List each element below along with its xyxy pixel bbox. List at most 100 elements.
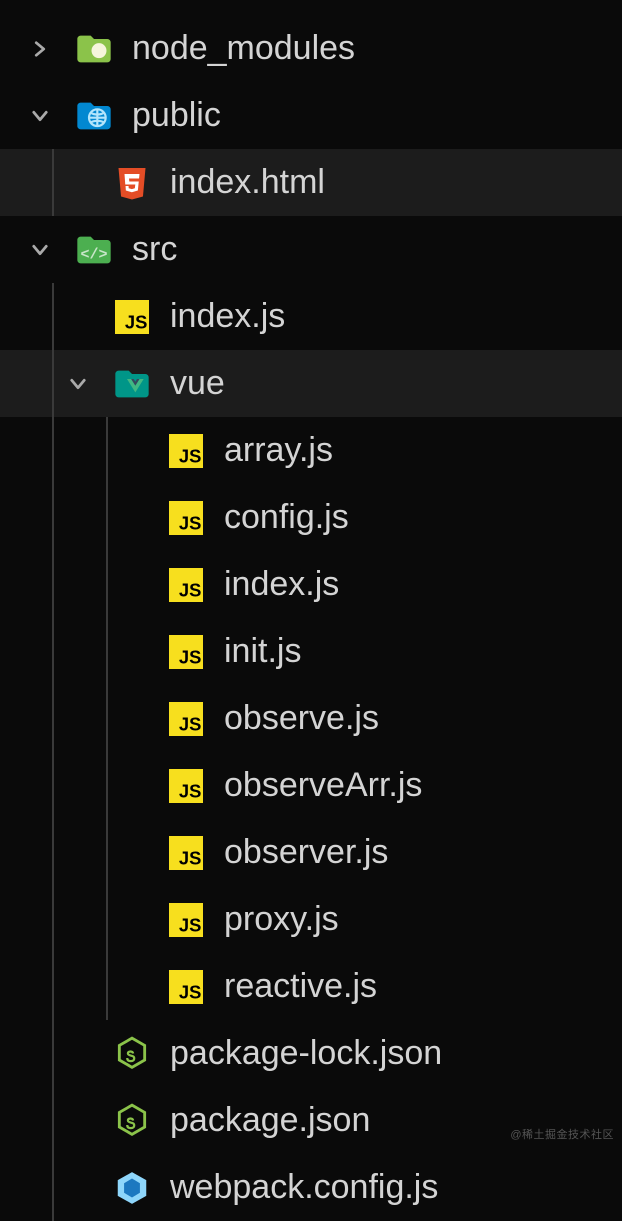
js-icon: JS (166, 967, 206, 1007)
node-icon (112, 1034, 152, 1074)
svg-text:</>: </> (80, 246, 107, 263)
indent-guide (52, 417, 54, 484)
svg-text:JS: JS (179, 445, 202, 466)
indent-guide (52, 350, 54, 417)
indent-guide (52, 685, 54, 752)
folder-src-icon: </> (74, 230, 114, 270)
tree-row-public[interactable]: public (0, 82, 622, 149)
svg-text:JS: JS (179, 579, 202, 600)
chevron-spacer (122, 776, 142, 796)
svg-text:JS: JS (179, 847, 202, 868)
indent-guide (106, 551, 108, 618)
tree-row-package-lock[interactable]: package-lock.json (0, 1020, 622, 1087)
js-icon: JS (166, 699, 206, 739)
svg-text:JS: JS (179, 914, 202, 935)
indent-guide (106, 685, 108, 752)
tree-item-label: node_modules (132, 29, 355, 68)
js-icon: JS (166, 498, 206, 538)
chevron-spacer (122, 843, 142, 863)
watermark: @稀土掘金技术社区 (510, 1126, 614, 1142)
tree-row-package[interactable]: package.json (0, 1087, 622, 1154)
svg-text:JS: JS (179, 981, 202, 1002)
indent-guide (52, 1154, 54, 1221)
node-icon (112, 1101, 152, 1141)
chevron-down-icon[interactable] (68, 374, 88, 394)
tree-row-src[interactable]: </> src (0, 216, 622, 283)
tree-row-vue-reactive[interactable]: JS reactive.js (0, 953, 622, 1020)
chevron-spacer (122, 441, 142, 461)
js-icon: JS (166, 833, 206, 873)
tree-row-vue-index[interactable]: JS index.js (0, 551, 622, 618)
svg-text:JS: JS (179, 780, 202, 801)
svg-text:JS: JS (179, 646, 202, 667)
chevron-right-icon[interactable] (30, 39, 50, 59)
svg-text:JS: JS (179, 713, 202, 734)
tree-item-label: init.js (224, 632, 301, 671)
tree-row-src-index-js[interactable]: JS index.js (0, 283, 622, 350)
indent-guide (106, 618, 108, 685)
tree-row-vue-init[interactable]: JS init.js (0, 618, 622, 685)
tree-item-label: observe.js (224, 699, 379, 738)
tree-item-label: index.js (170, 297, 285, 336)
chevron-spacer (68, 1111, 88, 1131)
js-icon: JS (166, 766, 206, 806)
file-tree: node_modulespublic index.html </> src JS inde… (0, 0, 622, 1221)
chevron-spacer (122, 508, 142, 528)
svg-text:JS: JS (125, 311, 148, 332)
indent-guide (52, 953, 54, 1020)
indent-guide (52, 283, 54, 350)
tree-row-vue-observe[interactable]: JS observe.js (0, 685, 622, 752)
indent-guide (106, 484, 108, 551)
indent-guide (52, 752, 54, 819)
chevron-spacer (68, 1178, 88, 1198)
chevron-down-icon[interactable] (30, 240, 50, 260)
tree-row-public-index-html[interactable]: index.html (0, 149, 622, 216)
tree-row-vue[interactable]: vue (0, 350, 622, 417)
indent-guide (106, 953, 108, 1020)
indent-guide (106, 886, 108, 953)
chevron-spacer (122, 709, 142, 729)
tree-item-label: config.js (224, 498, 349, 537)
tree-row-vue-observearr[interactable]: JS observeArr.js (0, 752, 622, 819)
chevron-spacer (68, 173, 88, 193)
indent-guide (106, 819, 108, 886)
tree-item-label: observeArr.js (224, 766, 422, 805)
tree-row-vue-config[interactable]: JS config.js (0, 484, 622, 551)
indent-guide (52, 819, 54, 886)
chevron-spacer (68, 1044, 88, 1064)
tree-row-vue-array[interactable]: JS array.js (0, 417, 622, 484)
chevron-spacer (122, 977, 142, 997)
indent-guide (106, 417, 108, 484)
tree-item-label: index.js (224, 565, 339, 604)
js-icon: JS (166, 900, 206, 940)
indent-guide (52, 149, 54, 216)
tree-item-label: observer.js (224, 833, 388, 872)
tree-item-label: public (132, 96, 221, 135)
tree-item-label: src (132, 230, 177, 269)
tree-row-node_modules[interactable]: node_modules (0, 15, 622, 82)
tree-item-label: reactive.js (224, 967, 377, 1006)
tree-item-label: index.html (170, 163, 325, 202)
tree-item-label: webpack.config.js (170, 1168, 438, 1207)
chevron-down-icon[interactable] (30, 106, 50, 126)
indent-guide (52, 1020, 54, 1087)
folder-vue-icon (112, 364, 152, 404)
tree-item-label: package-lock.json (170, 1034, 442, 1073)
indent-guide (52, 484, 54, 551)
tree-item-label: array.js (224, 431, 333, 470)
chevron-spacer (122, 642, 142, 662)
html-icon (112, 163, 152, 203)
indent-guide (52, 618, 54, 685)
tree-row-vue-proxy[interactable]: JS proxy.js (0, 886, 622, 953)
tree-item-label: vue (170, 364, 225, 403)
indent-guide (52, 551, 54, 618)
tree-row-webpack-config[interactable]: webpack.config.js (0, 1154, 622, 1221)
js-icon: JS (166, 632, 206, 672)
webpack-icon (112, 1168, 152, 1208)
js-icon: JS (166, 565, 206, 605)
chevron-spacer (68, 307, 88, 327)
tree-row-vue-observer[interactable]: JS observer.js (0, 819, 622, 886)
chevron-spacer (122, 910, 142, 930)
indent-guide (52, 1087, 54, 1154)
tree-item-label: proxy.js (224, 900, 339, 939)
